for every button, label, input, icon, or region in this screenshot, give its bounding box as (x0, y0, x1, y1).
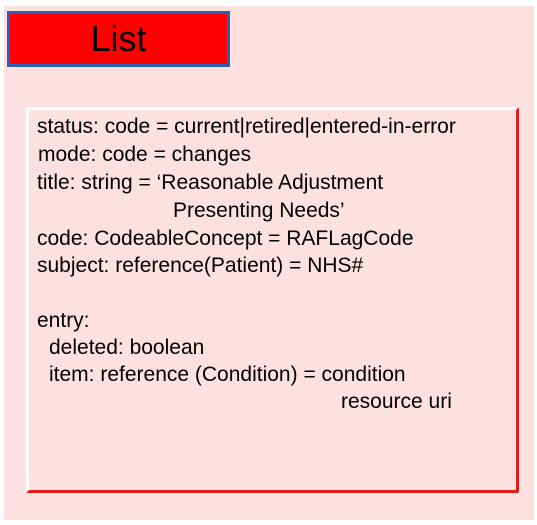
field-title: title: string = ‘Reasonable Adjustment (37, 171, 384, 194)
field-entry-item-continued: resource uri (341, 390, 452, 413)
list-diagram: List status: code = current|retired|ente… (4, 6, 534, 520)
field-entry-item: item: reference (Condition) = condition (49, 363, 406, 386)
field-subject: subject: reference(Patient) = NHS# (37, 254, 364, 277)
field-entry-deleted: deleted: boolean (49, 336, 205, 359)
title-box: List (7, 11, 230, 67)
field-title-continued: Presenting Needs’ (173, 199, 345, 222)
field-mode: mode: code = changes (38, 143, 252, 166)
field-code: code: CodeableConcept = RAFLagCode (37, 227, 414, 250)
field-entry: entry: (37, 309, 90, 332)
diagram-title: List (90, 18, 147, 59)
field-status: status: code = current|retired|entered-i… (37, 115, 456, 138)
